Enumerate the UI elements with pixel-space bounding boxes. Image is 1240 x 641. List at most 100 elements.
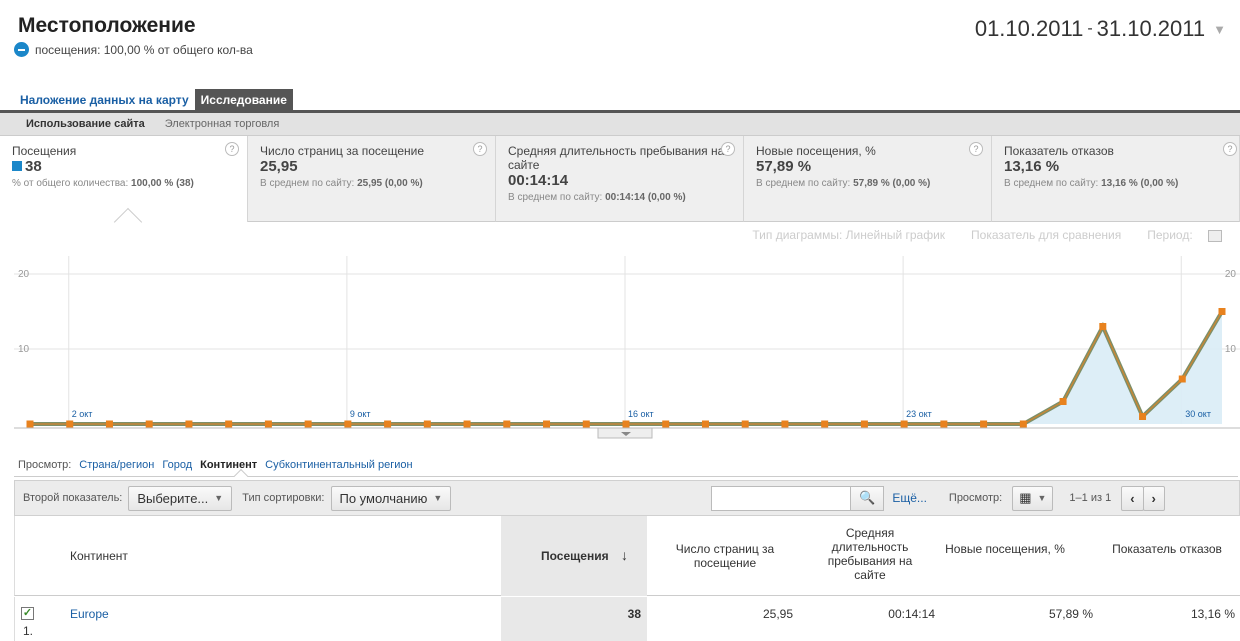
col-visits-label: Посещения [541, 549, 609, 563]
secondary-dimension-dropdown[interactable]: Выберите... ▼ [128, 485, 233, 511]
chart-toolbar: Тип диаграммы: Линейный график Показател… [752, 228, 1222, 242]
metric-name: Новые посещения, % [756, 144, 876, 158]
data-point [344, 420, 352, 428]
prev-page-button[interactable]: ‹ [1121, 485, 1144, 511]
table-search-input[interactable] [711, 485, 852, 511]
col-visits[interactable]: Посещения ↓ [501, 516, 647, 596]
page-title: Местоположение [18, 14, 196, 37]
period-control[interactable]: Период: [1147, 228, 1222, 242]
col-duration[interactable]: Средняя длительность пребывания на сайте [815, 526, 925, 582]
tab-explorer[interactable]: Исследование [194, 89, 293, 110]
data-point [225, 420, 233, 428]
chevron-down-icon: ▼ [1037, 493, 1047, 503]
x-tick-label: 2 окт [72, 409, 93, 419]
x-tick-label: 30 окт [1185, 409, 1211, 419]
data-point [1059, 398, 1067, 405]
metric-value: 00:14:14 [508, 172, 569, 189]
chevron-down-icon: ▼ [433, 493, 443, 503]
metric-sub: В среднем по сайту: 00:14:14 (0,00 %) [508, 192, 686, 203]
view-label: Просмотр: [18, 459, 72, 471]
row-duration: 00:14:14 [888, 607, 935, 621]
data-point [1178, 375, 1186, 383]
view-selector: Просмотр: Страна/регион Город Континент … [18, 459, 413, 471]
metric-pages-per-visit[interactable]: Число страниц за посещение 25,95 В средн… [248, 136, 496, 222]
compare-metric-control[interactable]: Показатель для сравнения [971, 228, 1121, 242]
calendar-icon[interactable] [1208, 229, 1222, 242]
view-subcontinent[interactable]: Субконтинентальный регион [265, 459, 412, 471]
selection-pointer [113, 207, 143, 237]
metric-bounce-rate[interactable]: Показатель отказов 13,16 % В среднем по … [992, 136, 1240, 222]
period-label: Период: [1147, 228, 1193, 242]
row-index: 1. [23, 624, 34, 638]
data-point [185, 420, 193, 428]
data-point [940, 420, 948, 428]
col-new-visits[interactable]: Новые посещения, % [945, 542, 1065, 556]
chart-type-control[interactable]: Тип диаграммы: Линейный график [752, 228, 945, 242]
pagination-label: 1–1 из 1 [1069, 492, 1112, 504]
metric-value: 13,16 % [1004, 158, 1060, 175]
data-point [821, 420, 829, 428]
data-point [582, 420, 590, 428]
view-city[interactable]: Город [162, 459, 192, 471]
x-tick-label: 16 окт [628, 409, 654, 419]
chevron-down-icon[interactable]: ▼ [1213, 22, 1226, 37]
metric-name: Число страниц за посещение [260, 144, 424, 158]
date-range-picker[interactable]: 01.10.2011 - 31.10.2011 ▼ [975, 16, 1226, 42]
metric-sub: В среднем по сайту: 57,89 % (0,00 %) [756, 178, 931, 189]
y-tick-label-left: 20 [18, 269, 30, 280]
view-divider [14, 476, 1238, 477]
sort-type-value: По умолчанию [339, 490, 428, 506]
chevron-down-icon: ▼ [214, 493, 224, 503]
metric-scorecards: Посещения 38 % от общего количества: 100… [0, 136, 1240, 237]
data-point [1139, 413, 1147, 420]
help-icon[interactable]: ? [1223, 142, 1237, 156]
row-dimension-link[interactable]: Europe [70, 607, 109, 621]
row-visits: 38 [627, 607, 641, 621]
help-icon[interactable]: ? [969, 142, 983, 156]
search-icon[interactable]: 🔍 [850, 485, 885, 511]
metric-value: 25,95 [260, 158, 298, 175]
col-pages[interactable]: Число страниц за посещение [665, 542, 785, 570]
y-tick-label-right: 10 [1225, 344, 1237, 355]
data-point [105, 420, 113, 428]
sort-type-label: Тип сортировки: [242, 492, 325, 504]
secondary-dimension-label: Второй показатель: [23, 492, 123, 504]
metric-name: Показатель отказов [1004, 144, 1114, 158]
advanced-link[interactable]: Ещё... [892, 491, 927, 505]
row-new-visits: 57,89 % [1048, 607, 1093, 621]
display-mode-dropdown[interactable]: ▦ ▼ [1012, 485, 1054, 511]
col-dimension[interactable]: Континент [70, 549, 128, 563]
metric-visits[interactable]: Посещения 38 % от общего количества: 100… [0, 136, 248, 237]
segment-icon [14, 42, 29, 57]
metric-sub: В среднем по сайту: 25,95 (0,00 %) [260, 178, 423, 189]
date-separator: - [1087, 20, 1093, 37]
col-bounce[interactable]: Показатель отказов [1107, 542, 1227, 556]
data-point [980, 420, 988, 428]
metric-new-visits[interactable]: Новые посещения, % 57,89 % В среднем по … [744, 136, 992, 222]
date-end: 31.10.2011 [1096, 16, 1206, 41]
sort-type-dropdown[interactable]: По умолчанию ▼ [330, 485, 452, 511]
segment-label: посещения: 100,00 % от общего кол-ва [35, 42, 253, 57]
subtab-ecommerce[interactable]: Электронная торговля [165, 118, 280, 130]
help-icon[interactable]: ? [473, 142, 487, 156]
table-row: ✓ 1. Europe 38 25,95 00:14:14 57,89 % 13… [14, 597, 1240, 641]
subtab-site-usage[interactable]: Использование сайта [26, 118, 145, 130]
metric-avg-duration[interactable]: Средняя длительность пребывания на сайте… [496, 136, 744, 222]
data-point [26, 420, 34, 428]
row-checkbox[interactable]: ✓ [21, 607, 34, 620]
report-tabs: Наложение данных на карту Исследование [14, 89, 293, 110]
segment-indicator[interactable]: посещения: 100,00 % от общего кол-ва [14, 42, 253, 57]
tab-map-overlay[interactable]: Наложение данных на карту [14, 89, 195, 110]
metric-name: Посещения [12, 144, 77, 158]
next-page-button[interactable]: › [1142, 485, 1165, 511]
view-continent[interactable]: Континент [200, 459, 257, 471]
secondary-dimension-value: Выберите... [137, 490, 209, 506]
date-start: 01.10.2011 [974, 16, 1084, 41]
data-point [423, 420, 431, 428]
view-country[interactable]: Страна/регион [79, 459, 154, 471]
series-area [30, 311, 1222, 424]
sort-arrow-icon: ↓ [621, 547, 628, 563]
help-icon[interactable]: ? [225, 142, 239, 156]
help-icon[interactable]: ? [721, 142, 735, 156]
x-tick-label: 9 окт [350, 409, 371, 419]
